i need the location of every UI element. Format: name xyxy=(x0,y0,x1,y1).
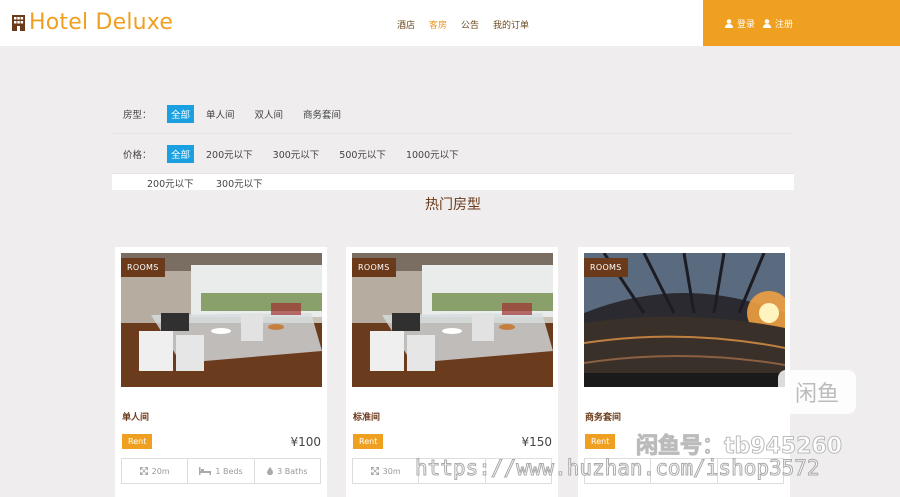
hotel-building-icon xyxy=(12,15,25,31)
price-option-1000[interactable]: 1000元以下 xyxy=(406,147,459,161)
rent-button[interactable]: Rent xyxy=(353,434,384,449)
room-type-label: 房型： xyxy=(123,110,152,121)
water-drop-icon xyxy=(267,467,274,475)
extra-price-option-200[interactable]: 200元以下 xyxy=(147,176,194,190)
expand-icon xyxy=(139,467,148,475)
room-type-option-business[interactable]: 商务套间 xyxy=(303,107,341,121)
area-info: 20m xyxy=(122,459,189,483)
price-option-all[interactable]: 全部 xyxy=(167,145,195,163)
logo[interactable]: Hotel Deluxe xyxy=(12,10,173,35)
room-photo[interactable]: ROOMS xyxy=(121,253,322,387)
price-option-300[interactable]: 300元以下 xyxy=(273,147,320,161)
rooms-badge: ROOMS xyxy=(121,258,165,277)
watermark-url: https://www.huzhan.com/ishop3572 xyxy=(415,456,821,481)
user-icon xyxy=(763,18,772,28)
bed-icon xyxy=(199,467,212,475)
price-label: 价格： xyxy=(123,150,152,161)
price-filter: 价格： 全部 200元以下 300元以下 500元以下 1000元以下 xyxy=(112,135,794,173)
room-price: ¥100 xyxy=(290,435,321,449)
room-amenities: 20m 1 Beds 3 Baths xyxy=(121,458,321,484)
extra-price-option-300[interactable]: 300元以下 xyxy=(216,176,263,190)
price-option-500[interactable]: 500元以下 xyxy=(339,147,386,161)
beds-info: 1 Beds xyxy=(188,459,255,483)
price-option-200[interactable]: 200元以下 xyxy=(206,147,253,161)
room-price: ¥150 xyxy=(521,435,552,449)
room-photo[interactable]: ROOMS xyxy=(352,253,553,387)
extra-price-row: 200元以下 300元以下 xyxy=(112,173,794,190)
room-type-filter: 房型： 全部 单人间 双人间 商务套间 xyxy=(112,95,794,134)
room-type-option-single[interactable]: 单人间 xyxy=(206,107,235,121)
user-icon xyxy=(725,18,733,28)
room-type-option-all[interactable]: 全部 xyxy=(167,105,195,123)
login-label: 登录 xyxy=(737,19,756,30)
room-photo[interactable]: ROOMS xyxy=(584,253,785,387)
rent-button[interactable]: Rent xyxy=(585,434,616,449)
rooms-badge: ROOMS xyxy=(584,258,628,277)
baths-info: 3 Baths xyxy=(255,459,320,483)
rent-button[interactable]: Rent xyxy=(122,434,153,449)
logo-title: Hotel Deluxe xyxy=(29,10,174,35)
expand-icon xyxy=(370,467,379,475)
top-header: Hotel Deluxe 酒店 客房 公告 我的订单 登录 注册 xyxy=(0,0,900,46)
rooms-badge: ROOMS xyxy=(352,258,396,277)
nav-item-hotel[interactable]: 酒店 xyxy=(397,18,415,31)
room-name: 商务套间 xyxy=(585,413,622,423)
login-link[interactable]: 登录 xyxy=(725,17,755,30)
room-type-option-double[interactable]: 双人间 xyxy=(255,107,284,121)
room-card[interactable]: ROOMS 单人间 Rent ¥100 20m 1 Beds 3 Baths xyxy=(115,247,327,497)
area-info: 30m xyxy=(353,459,420,483)
nav-item-my-orders[interactable]: 我的订单 xyxy=(493,18,529,31)
register-label: 注册 xyxy=(775,19,794,30)
room-name: 单人间 xyxy=(122,413,150,423)
room-name: 标准间 xyxy=(353,413,381,423)
nav-item-notice[interactable]: 公告 xyxy=(461,18,479,31)
main-nav: 酒店 客房 公告 我的订单 xyxy=(397,18,543,31)
auth-bar: 登录 注册 xyxy=(703,0,900,46)
register-link[interactable]: 注册 xyxy=(763,17,793,30)
section-title: 热门房型 xyxy=(425,197,481,213)
nav-item-rooms[interactable]: 客房 xyxy=(429,18,447,31)
watermark-logo: 闲鱼 xyxy=(778,370,856,414)
